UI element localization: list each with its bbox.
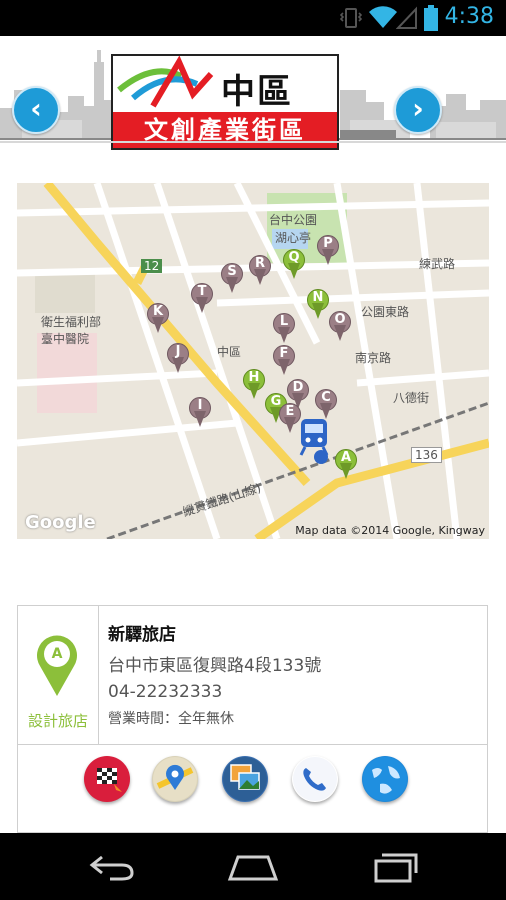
navigate-button[interactable] bbox=[84, 756, 130, 802]
battery-icon bbox=[424, 5, 438, 31]
place-card[interactable]: A 設計旅店 新驛旅店 台中市東區復興路4段133號 04-22232333 營… bbox=[17, 605, 488, 833]
prev-button[interactable]: ‹ bbox=[12, 86, 60, 134]
map-pin-e[interactable]: E bbox=[279, 403, 301, 435]
app-logo: 中區 文創產業街區 bbox=[111, 54, 339, 150]
map-label-gongyuan-e: 公園東路 bbox=[361, 305, 410, 319]
place-phone: 04-22232333 bbox=[108, 682, 223, 702]
map-pin-h[interactable]: H bbox=[243, 369, 265, 401]
place-category: 設計旅店 bbox=[27, 712, 88, 730]
system-nav-bar bbox=[0, 833, 506, 900]
call-button[interactable] bbox=[292, 756, 338, 802]
map-label-hospital: 衛生福利部臺中醫院 bbox=[41, 315, 102, 346]
map-pin-n[interactable]: N bbox=[307, 289, 329, 321]
map-label-route-136: 136 bbox=[411, 447, 442, 463]
chevron-left-icon: ‹ bbox=[30, 92, 42, 125]
map-pin-q[interactable]: Q bbox=[283, 249, 305, 281]
map-pin-k[interactable]: K bbox=[147, 303, 169, 335]
map-label-bade: 八德街 bbox=[393, 391, 430, 405]
header-divider bbox=[0, 141, 506, 143]
map-label-route-12: 12 bbox=[141, 259, 163, 273]
website-button[interactable] bbox=[362, 756, 408, 802]
map-pin-l[interactable]: L bbox=[273, 313, 295, 345]
google-logo: Google bbox=[25, 512, 96, 533]
map-pin-i[interactable]: I bbox=[189, 397, 211, 429]
checkered-flag-icon bbox=[85, 757, 129, 801]
wifi-icon bbox=[369, 6, 397, 28]
place-hours: 營業時間：全年無休 bbox=[108, 711, 234, 727]
map-credit: Map data ©2014 Google, Kingway bbox=[295, 524, 485, 537]
map-label-district: 中區 bbox=[217, 345, 242, 359]
map-label-park: 台中公園 bbox=[269, 213, 318, 227]
map-pin-r[interactable]: R bbox=[249, 255, 271, 287]
card-divider bbox=[18, 744, 487, 745]
map-pin-icon bbox=[153, 757, 197, 801]
map-marker-icon bbox=[37, 635, 78, 696]
photos-button[interactable] bbox=[222, 756, 268, 802]
map-pin-j[interactable]: J bbox=[167, 343, 189, 375]
back-icon[interactable] bbox=[88, 853, 136, 881]
status-time: 4:38 bbox=[444, 4, 494, 29]
signal-icon bbox=[396, 6, 417, 29]
recents-icon[interactable] bbox=[372, 851, 420, 883]
globe-icon bbox=[363, 757, 407, 801]
next-button[interactable]: › bbox=[394, 86, 442, 134]
map-label-nanjing: 南京路 bbox=[355, 351, 392, 365]
map-pin-f[interactable]: F bbox=[273, 345, 295, 377]
map-pin-p-top[interactable]: P bbox=[317, 235, 339, 267]
place-address: 台中市東區復興路4段133號 bbox=[108, 656, 322, 676]
place-info: 新驛旅店 台中市東區復興路4段133號 04-22232333 營業時間：全年無… bbox=[108, 620, 321, 728]
map-pin-a[interactable]: A bbox=[335, 449, 357, 481]
place-category-panel: A 設計旅店 bbox=[18, 606, 99, 744]
place-name: 新驛旅店 bbox=[108, 625, 176, 645]
map-button[interactable] bbox=[152, 756, 198, 802]
train-station-icon bbox=[299, 419, 329, 456]
app-header: ‹ › 中區 文創產業街區 bbox=[0, 36, 506, 150]
map-label-lixing: 練武路 bbox=[419, 257, 456, 271]
status-bar: 4:38 bbox=[0, 0, 506, 36]
place-actions bbox=[18, 756, 487, 812]
phone-icon bbox=[293, 757, 337, 801]
map-view[interactable]: 台中公園 湖心亭 衛生福利部臺中醫院 中區 公園東路 南京路 八德街 練武路 縱… bbox=[17, 183, 489, 539]
marker-letter: A bbox=[51, 646, 63, 662]
logo-title: 中區 bbox=[221, 72, 293, 112]
home-icon[interactable] bbox=[226, 851, 280, 883]
map-pin-s[interactable]: S bbox=[221, 263, 243, 295]
map-pin-t[interactable]: T bbox=[191, 283, 213, 315]
photos-icon bbox=[223, 757, 267, 801]
vibrate-icon bbox=[340, 8, 362, 28]
map-label-lake: 湖心亭 bbox=[275, 231, 312, 245]
chevron-right-icon: › bbox=[412, 92, 424, 125]
map-pin-o[interactable]: O bbox=[329, 311, 351, 343]
